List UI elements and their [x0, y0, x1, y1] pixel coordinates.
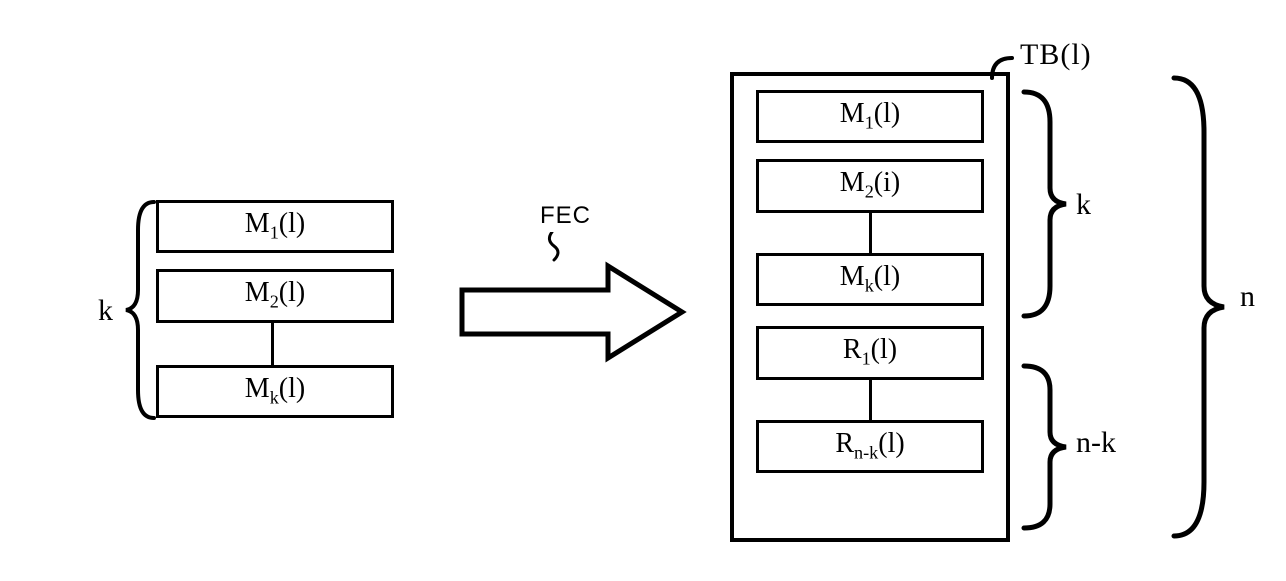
tb-label: TB(l) — [1020, 38, 1092, 72]
output-block-mk: Mk(l) — [756, 253, 984, 306]
right-n-label: n — [1240, 280, 1255, 314]
sub: n-k — [854, 442, 878, 462]
output-block-m2: M2(i) — [756, 159, 984, 212]
sub: k — [270, 387, 279, 407]
output-block-m1: M1(l) — [756, 90, 984, 143]
sub: k — [865, 275, 874, 295]
right-nk-label: n-k — [1076, 426, 1116, 460]
input-block-mk: Mk(l) — [156, 365, 394, 418]
sym: M — [245, 373, 270, 404]
arg: (l) — [279, 373, 305, 404]
sym: M — [245, 277, 270, 308]
sub: 1 — [862, 349, 871, 369]
sym: M — [840, 167, 865, 198]
ellipsis-line-icon — [271, 323, 274, 365]
input-block-m1: M1(l) — [156, 200, 394, 253]
sym: M — [840, 261, 865, 292]
right-k-label: k — [1076, 188, 1091, 222]
right-n-brace-icon — [1170, 72, 1230, 542]
right-nk-brace-icon — [1020, 362, 1070, 532]
arg: (i) — [874, 167, 900, 198]
left-brace-icon — [124, 200, 158, 420]
output-block-rnk: Rn-k(l) — [756, 420, 984, 473]
arg: (l) — [279, 208, 305, 239]
ellipsis-line-icon — [869, 213, 872, 253]
output-frame: M1(l) M2(i) Mk(l) R1(l) Rn-k(l) — [730, 72, 1010, 542]
left-k-label: k — [98, 294, 113, 328]
arg: (l) — [874, 261, 900, 292]
arg: (l) — [279, 277, 305, 308]
sub: 2 — [865, 182, 874, 202]
sym: R — [843, 334, 862, 365]
sub: 1 — [865, 113, 874, 133]
diagram-root: k M1(l) M2(l) Mk(l) FEC — [0, 0, 1286, 581]
ellipsis-line-icon — [869, 380, 872, 420]
arg: (l) — [874, 98, 900, 129]
fec-label: FEC — [540, 202, 591, 230]
right-k-brace-icon — [1020, 88, 1070, 320]
arg: (l) — [871, 334, 897, 365]
arrow-icon — [458, 250, 688, 378]
output-block-r1: R1(l) — [756, 326, 984, 379]
arg: (l) — [878, 428, 904, 459]
input-stack: M1(l) M2(l) Mk(l) — [156, 200, 388, 418]
sub: 2 — [270, 292, 279, 312]
sym: R — [835, 428, 854, 459]
input-block-m2: M2(l) — [156, 269, 394, 322]
sym: M — [245, 208, 270, 239]
sym: M — [840, 98, 865, 129]
sub: 1 — [270, 223, 279, 243]
